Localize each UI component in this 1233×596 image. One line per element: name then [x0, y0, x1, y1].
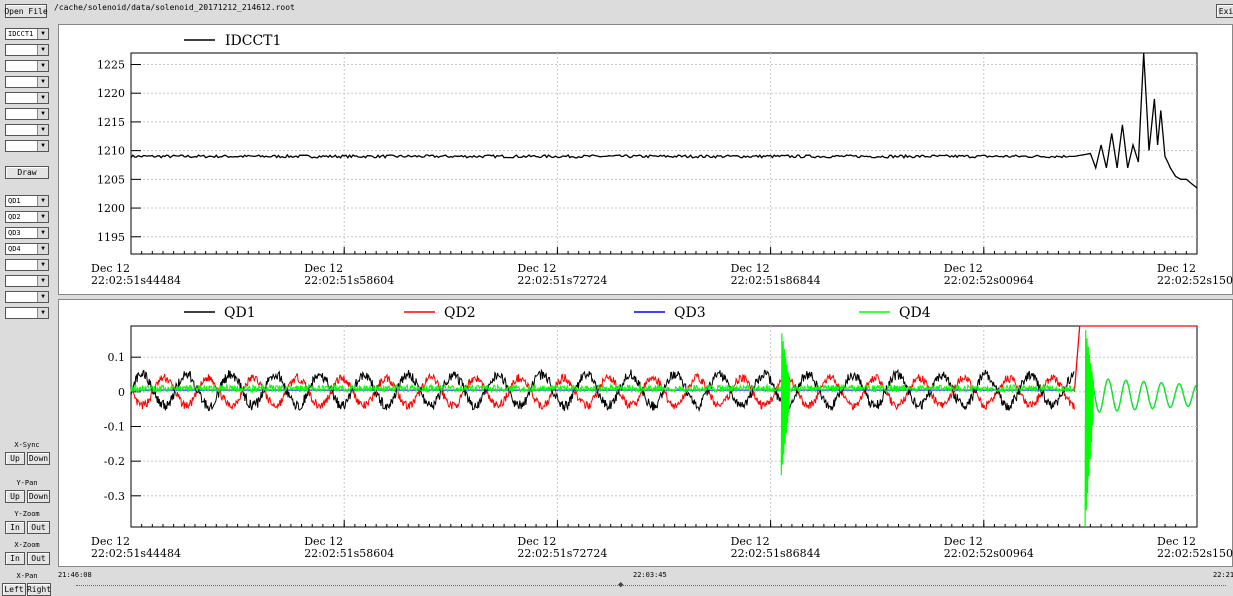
legend-label-qd2: QD2 [444, 305, 476, 321]
legend-label-qd1: QD1 [224, 305, 256, 321]
y-tick-label: -0.2 [104, 455, 125, 468]
y-tick-label: -0.1 [104, 421, 125, 434]
slider-handle-icon[interactable]: ◆ [618, 580, 623, 590]
chevron-down-icon: ▼ [37, 93, 48, 103]
chevron-down-icon: ▼ [37, 292, 48, 302]
top-signal-select-8[interactable]: ▼ [5, 140, 49, 152]
chevron-down-icon: ▼ [37, 77, 48, 87]
y-tick-label: -0.3 [104, 490, 125, 503]
timeline-bar: 21:46:08 22:03:45 22:21 ◆ [58, 568, 1233, 596]
y-tick-label: 1220 [97, 87, 125, 100]
x-zoom-out-button[interactable]: Out [27, 552, 50, 565]
x-tick-label-time: 22:02:52s00964 [944, 547, 1034, 560]
y-tick-label: 0 [118, 386, 125, 399]
x-zoom-label: X-Zoom [14, 541, 40, 549]
x-sync-label: X-Sync [14, 441, 40, 449]
y-zoom-out-button[interactable]: Out [27, 521, 50, 534]
bottom-signal-select-3[interactable]: QD3 ▼ [5, 227, 49, 239]
legend-label-qd3: QD3 [674, 305, 706, 321]
qd-plot-pane[interactable]: Dec 12 22:02:51s44484 Dec 12 22:02:51s58604… [58, 299, 1233, 567]
bottom-signal-select-2[interactable]: QD2 ▼ [5, 211, 49, 223]
x-tick-label-time: 22:02:52s15084 [1157, 274, 1233, 287]
top-signal-select-3[interactable]: ▼ [5, 60, 49, 72]
y-pan-label: Y-Pan [16, 479, 38, 487]
top-signal-select-5[interactable]: ▼ [5, 92, 49, 104]
y-zoom-label: Y-Zoom [14, 510, 40, 518]
x-pan-right-button[interactable]: Right [27, 583, 51, 596]
bottom-signal-select-6[interactable]: ▼ [5, 275, 49, 287]
x-pan-label: X-Pan [16, 572, 38, 580]
y-tick-label: 0.1 [108, 351, 126, 364]
y-tick-label: 1210 [97, 145, 125, 158]
y-tick-label: 1195 [97, 231, 125, 244]
x-tick-label-time: 22:02:51s58604 [304, 547, 394, 560]
x-sync-down-button[interactable]: Down [27, 452, 50, 465]
y-pan-up-button[interactable]: Up [5, 490, 25, 503]
x-tick-label-time: 22:02:51s86844 [731, 547, 821, 560]
bottom-signal-select-4[interactable]: QD4 ▼ [5, 243, 49, 255]
x-zoom-in-button[interactable]: In [5, 552, 25, 565]
x-sync-up-button[interactable]: Up [5, 452, 25, 465]
idcct1-plot-pane[interactable]: Dec 12 22:02:51s44484 Dec 12 22:02:51s58604… [58, 24, 1233, 295]
timeline-slider[interactable] [76, 585, 1226, 586]
draw-button[interactable]: Draw [5, 166, 49, 179]
y-tick-label: 1225 [97, 58, 125, 71]
chevron-down-icon: ▼ [37, 61, 48, 71]
chevron-down-icon: ▼ [37, 244, 48, 254]
y-pan-down-button[interactable]: Down [27, 490, 50, 503]
chevron-down-icon: ▼ [37, 29, 48, 39]
bottom-signal-select-5[interactable]: ▼ [5, 259, 49, 271]
chevron-down-icon: ▼ [37, 141, 48, 151]
timeline-start-label: 21:46:08 [58, 571, 92, 579]
top-signal-select-2[interactable]: ▼ [5, 44, 49, 56]
qd-chart: Dec 1222:02:51s44484Dec 1222:02:51s58604… [91, 305, 1233, 560]
y-tick-label: 1215 [97, 116, 125, 129]
y-tick-label: 1205 [97, 173, 125, 186]
open-file-button[interactable]: Open File [4, 4, 48, 18]
y-zoom-in-button[interactable]: In [5, 521, 25, 534]
legend-label-idcct1: IDCCT1 [225, 33, 281, 49]
x-tick-label-time: 22:02:52s00964 [944, 274, 1034, 287]
bottom-signal-select-7[interactable]: ▼ [5, 291, 49, 303]
top-signal-select-7[interactable]: ▼ [5, 124, 49, 136]
idcct1-chart: Dec 1222:02:51s44484Dec 1222:02:51s58604… [91, 33, 1233, 287]
x-tick-label-time: 22:02:51s72724 [517, 274, 607, 287]
chevron-down-icon: ▼ [37, 276, 48, 286]
top-signal-select-6[interactable]: ▼ [5, 108, 49, 120]
y-tick-label: 1200 [97, 202, 125, 215]
chevron-down-icon: ▼ [37, 228, 48, 238]
timeline-end-label: 22:21 [1213, 571, 1233, 579]
x-tick-label-time: 22:02:51s72724 [517, 547, 607, 560]
exit-button[interactable]: Exi [1216, 4, 1233, 18]
bottom-signal-select-1[interactable]: QD1 ▼ [5, 195, 49, 207]
chevron-down-icon: ▼ [37, 125, 48, 135]
chevron-down-icon: ▼ [37, 109, 48, 119]
file-path-label: /cache/solenoid/data/solenoid_20171212_2… [54, 3, 295, 12]
top-signal-select-1[interactable]: IDCCT1 ▼ [5, 28, 49, 40]
x-tick-label-time: 22:02:51s44484 [91, 547, 181, 560]
x-tick-label-time: 22:02:51s44484 [91, 274, 181, 287]
chevron-down-icon: ▼ [37, 196, 48, 206]
legend-label-qd4: QD4 [899, 305, 931, 321]
top-signal-select-4[interactable]: ▼ [5, 76, 49, 88]
x-tick-label-time: 22:02:51s86844 [731, 274, 821, 287]
chevron-down-icon: ▼ [37, 260, 48, 270]
chevron-down-icon: ▼ [37, 212, 48, 222]
chevron-down-icon: ▼ [37, 45, 48, 55]
bottom-signal-select-8[interactable]: ▼ [5, 307, 49, 319]
x-tick-label-time: 22:02:51s58604 [304, 274, 394, 287]
x-tick-label-time: 22:02:52s15084 [1157, 547, 1233, 560]
timeline-mid-label: 22:03:45 [633, 571, 667, 579]
x-pan-left-button[interactable]: Left [2, 583, 26, 596]
plot-frame [130, 52, 1198, 255]
chevron-down-icon: ▼ [37, 308, 48, 318]
